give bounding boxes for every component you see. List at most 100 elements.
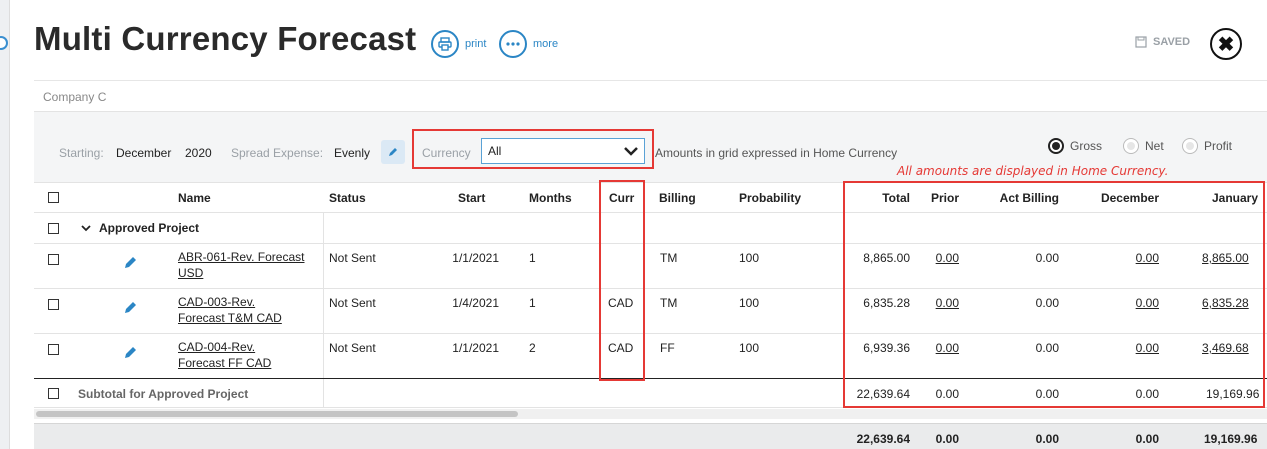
- close-button[interactable]: ✖: [1210, 28, 1242, 60]
- close-icon: ✖: [1217, 33, 1235, 56]
- left-edge-panel: [0, 0, 10, 449]
- radio-unselected-icon: [1182, 138, 1198, 154]
- col-curr[interactable]: Curr: [609, 191, 634, 205]
- subtotal-checkbox[interactable]: [48, 388, 59, 399]
- grid-header-row: Name Status Start Months Curr Billing Pr…: [34, 182, 1267, 213]
- saved-label: SAVED: [1153, 36, 1191, 48]
- pencil-icon: [389, 148, 397, 156]
- project-link[interactable]: ABR-061-Rev. Forecast USD: [178, 249, 305, 281]
- more-icon: [499, 30, 527, 58]
- grand-total-december: 0.00: [1135, 432, 1159, 446]
- col-billing[interactable]: Billing: [659, 191, 696, 205]
- probability-cell: 100: [739, 251, 760, 265]
- print-button[interactable]: print: [431, 30, 486, 58]
- table-row: CAD-003-Rev. Forecast T&M CAD Not Sent 1/…: [34, 289, 1267, 334]
- col-total[interactable]: Total: [844, 191, 910, 205]
- project-name-line2: Forecast T&M CAD: [178, 311, 282, 325]
- col-january[interactable]: January: [1212, 191, 1258, 205]
- col-months[interactable]: Months: [529, 191, 572, 205]
- billing-cell: TM: [660, 296, 678, 310]
- prior-cell[interactable]: 0.00: [914, 251, 959, 265]
- row-checkbox[interactable]: [48, 299, 59, 310]
- home-currency-annotation: All amounts are displayed in Home Curren…: [897, 164, 1169, 178]
- edit-pencil-icon[interactable]: [122, 345, 138, 361]
- radio-gross[interactable]: Gross: [1048, 138, 1102, 154]
- col-december[interactable]: December: [1074, 191, 1159, 205]
- act-billing-cell: 0.00: [1035, 341, 1059, 355]
- grand-total-row: 22,639.64 0.00 0.00 0.00 19,169.96: [34, 423, 1267, 449]
- edit-pencil-icon[interactable]: [122, 255, 138, 271]
- total-cell: 8,865.00: [863, 251, 910, 265]
- horizontal-scrollbar[interactable]: [34, 409, 1267, 419]
- grand-total-act-billing: 0.00: [1035, 432, 1059, 446]
- starting-label: Starting:: [59, 146, 104, 160]
- subtotal-row: Subtotal for Approved Project 22,639.64 …: [34, 379, 1267, 408]
- december-cell[interactable]: 0.00: [1074, 251, 1159, 265]
- currency-filter-highlight: Currency All: [412, 129, 654, 169]
- radio-selected-icon: [1048, 138, 1064, 154]
- curr-cell: CAD: [608, 341, 634, 355]
- save-icon: [1135, 36, 1147, 48]
- radio-net-label: Net: [1145, 139, 1164, 153]
- project-name-line1: CAD-003-Rev.: [178, 295, 256, 309]
- december-cell[interactable]: 0.00: [1074, 341, 1159, 355]
- project-name-line2: USD: [178, 266, 204, 280]
- side-indicator-icon: [0, 36, 8, 50]
- subtotal-january: 19,169.96: [1206, 387, 1260, 401]
- group-checkbox[interactable]: [48, 223, 59, 234]
- start-cell: 1/1/2021: [452, 341, 499, 355]
- company-name: Company C: [43, 90, 107, 104]
- months-cell: 2: [529, 341, 536, 355]
- more-button[interactable]: more: [499, 30, 558, 58]
- prior-cell[interactable]: 0.00: [914, 296, 959, 310]
- radio-net[interactable]: Net: [1123, 138, 1164, 154]
- row-checkbox[interactable]: [48, 344, 59, 355]
- subtotal-label: Subtotal for Approved Project: [78, 387, 249, 401]
- table-row: CAD-004-Rev. Forecast FF CAD Not Sent 1/1…: [34, 334, 1267, 379]
- project-name-line1: CAD-004-Rev.: [178, 340, 256, 354]
- status-cell: Not Sent: [329, 251, 376, 265]
- col-start[interactable]: Start: [458, 191, 485, 205]
- billing-cell: FF: [660, 341, 675, 355]
- group-row: Approved Project: [34, 213, 1267, 244]
- row-checkbox[interactable]: [48, 254, 59, 265]
- chevron-down-icon[interactable]: [81, 225, 91, 232]
- january-cell[interactable]: 6,835.28: [1202, 296, 1249, 310]
- col-probability[interactable]: Probability: [739, 191, 801, 205]
- radio-profit[interactable]: Profit: [1182, 138, 1232, 154]
- spread-expense-value: Evenly: [334, 146, 371, 160]
- project-link[interactable]: CAD-004-Rev. Forecast FF CAD: [178, 339, 271, 371]
- amounts-note: Amounts in grid expressed in Home Curren…: [655, 146, 898, 160]
- curr-cell: CAD: [608, 296, 634, 310]
- probability-cell: 100: [739, 296, 760, 310]
- edit-pencil-icon[interactable]: [122, 300, 138, 316]
- scrollbar-thumb[interactable]: [36, 411, 518, 417]
- print-icon: [431, 30, 459, 58]
- project-link[interactable]: CAD-003-Rev. Forecast T&M CAD: [178, 294, 282, 326]
- currency-value: All: [488, 144, 502, 158]
- starting-year[interactable]: 2020: [185, 146, 212, 160]
- project-name-line1: ABR-061-Rev. Forecast: [178, 250, 305, 264]
- grand-total-prior: 0.00: [935, 432, 959, 446]
- total-cell: 6,835.28: [863, 296, 910, 310]
- prior-cell[interactable]: 0.00: [914, 341, 959, 355]
- january-cell[interactable]: 8,865.00: [1202, 251, 1249, 265]
- start-cell: 1/1/2021: [452, 251, 499, 265]
- act-billing-cell: 0.00: [1035, 251, 1059, 265]
- months-cell: 1: [529, 296, 536, 310]
- table-row: ABR-061-Rev. Forecast USD Not Sent 1/1/20…: [34, 244, 1267, 289]
- probability-cell: 100: [739, 341, 760, 355]
- col-name[interactable]: Name: [178, 191, 211, 205]
- currency-select[interactable]: All: [481, 138, 645, 164]
- select-all-checkbox[interactable]: [48, 192, 59, 203]
- print-label: print: [465, 38, 487, 50]
- january-cell[interactable]: 3,469.68: [1202, 341, 1249, 355]
- col-status[interactable]: Status: [329, 191, 366, 205]
- col-prior[interactable]: Prior: [914, 191, 959, 205]
- edit-spread-button[interactable]: [381, 140, 405, 164]
- december-cell[interactable]: 0.00: [1074, 296, 1159, 310]
- col-act-billing[interactable]: Act Billing: [974, 191, 1059, 205]
- more-label: more: [533, 38, 559, 50]
- starting-month[interactable]: December: [116, 146, 171, 160]
- months-cell: 1: [529, 251, 536, 265]
